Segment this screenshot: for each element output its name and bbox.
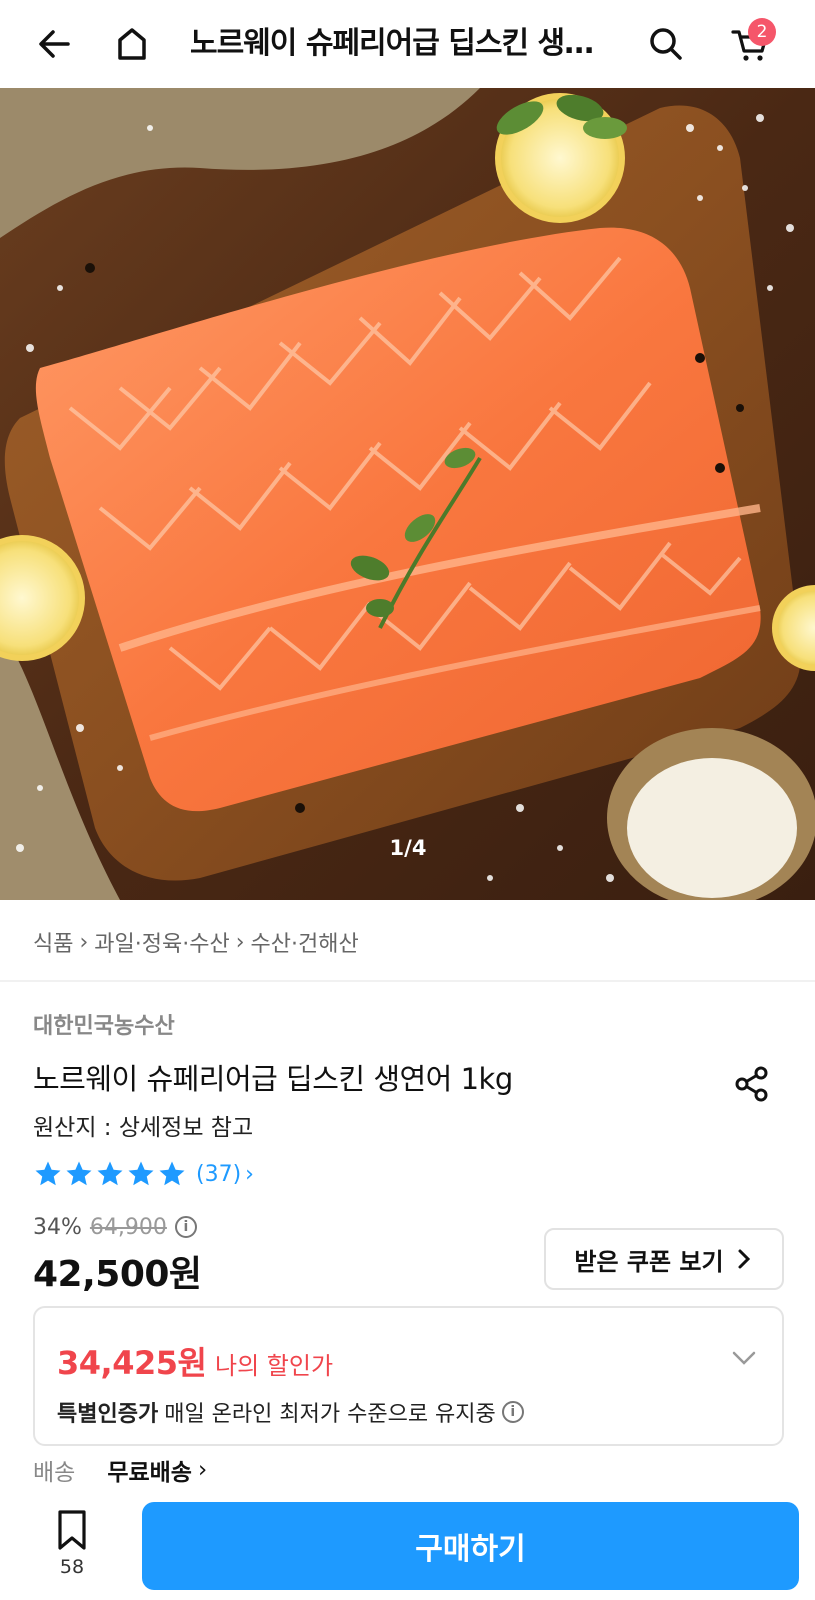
original-price: 64,900 <box>89 1214 167 1240</box>
breadcrumb-item[interactable]: 식품 <box>33 926 73 958</box>
buy-button[interactable]: 구매하기 <box>142 1502 799 1590</box>
info-icon[interactable]: i <box>174 1216 197 1238</box>
rating-row[interactable]: (37) › <box>33 1158 254 1190</box>
bottom-action-bar: 58 구매하기 <box>0 1488 815 1600</box>
breadcrumb: 식품 › 과일·정육·수산 › 수산·건해산 <box>33 922 359 962</box>
my-discount-price: 34,425원 <box>57 1344 207 1382</box>
my-discount-label: 나의 할인가 <box>215 1352 334 1380</box>
bookmark-count: 58 <box>59 1556 85 1578</box>
delivery-value: 무료배송 <box>107 1460 192 1486</box>
page-title: 노르웨이 슈페리어급 딥스킨 생… <box>190 26 594 61</box>
star-icon <box>159 1161 185 1186</box>
my-discount-panel[interactable]: 34,425원 나의 할인가 특별인증가 매일 온라인 최저가 수준으로 유지중… <box>33 1306 784 1446</box>
discount-row: 34% 64,900 i <box>33 1212 197 1242</box>
chevron-right-icon: › <box>197 1457 208 1483</box>
brand-link[interactable]: 대한민국농수산 <box>33 1008 175 1040</box>
star-icon <box>128 1161 154 1186</box>
share-icon <box>735 1066 768 1102</box>
origin-info: 원산지 : 상세정보 참고 <box>33 1115 254 1141</box>
special-price-note: 특별인증가 매일 온라인 최저가 수준으로 유지중 i <box>57 1396 524 1428</box>
chevron-right-icon: › <box>235 929 245 955</box>
search-button[interactable] <box>638 16 694 72</box>
star-icon <box>66 1161 92 1186</box>
star-icon <box>35 1161 61 1186</box>
cart-count-badge: 2 <box>748 18 776 46</box>
sale-price: 42,500원 <box>33 1254 202 1295</box>
star-icon <box>97 1161 123 1186</box>
info-icon[interactable]: i <box>501 1401 524 1423</box>
arrow-left-icon <box>39 30 70 58</box>
share-button[interactable] <box>730 1062 774 1106</box>
product-image-carousel[interactable]: 1/4 <box>0 88 815 900</box>
bookmark-icon <box>58 1510 86 1550</box>
delivery-row[interactable]: 배송 무료배송 › <box>33 1452 207 1488</box>
bookmark-button[interactable]: 58 <box>44 1508 100 1588</box>
home-button[interactable] <box>104 16 160 72</box>
delivery-label: 배송 <box>33 1460 76 1486</box>
coupon-button-label: 받은 쿠폰 보기 <box>574 1247 724 1276</box>
chevron-right-icon: › <box>79 929 89 955</box>
review-count[interactable]: (37) <box>196 1162 241 1187</box>
special-price-badge: 특별인증가 <box>57 1402 159 1427</box>
search-icon <box>650 28 682 60</box>
top-app-bar: 노르웨이 슈페리어급 딥스킨 생… 2 <box>0 0 815 88</box>
special-price-text: 매일 온라인 최저가 수준으로 유지중 <box>164 1402 496 1427</box>
chevron-right-icon <box>738 1249 750 1269</box>
chevron-down-icon[interactable] <box>728 1342 760 1374</box>
product-image <box>0 88 815 900</box>
breadcrumb-item[interactable]: 수산·건해산 <box>251 926 359 958</box>
discount-rate: 34% <box>33 1214 82 1240</box>
section-divider <box>0 980 815 982</box>
cart-button[interactable]: 2 <box>722 16 778 72</box>
back-button[interactable] <box>26 16 82 72</box>
image-pager: 1/4 <box>389 836 427 860</box>
chevron-right-icon: › <box>245 1161 254 1187</box>
breadcrumb-item[interactable]: 과일·정육·수산 <box>94 926 229 958</box>
product-title: 노르웨이 슈페리어급 딥스킨 생연어 1kg <box>33 1062 513 1096</box>
view-coupon-button[interactable]: 받은 쿠폰 보기 <box>544 1228 784 1290</box>
home-icon <box>118 28 146 60</box>
